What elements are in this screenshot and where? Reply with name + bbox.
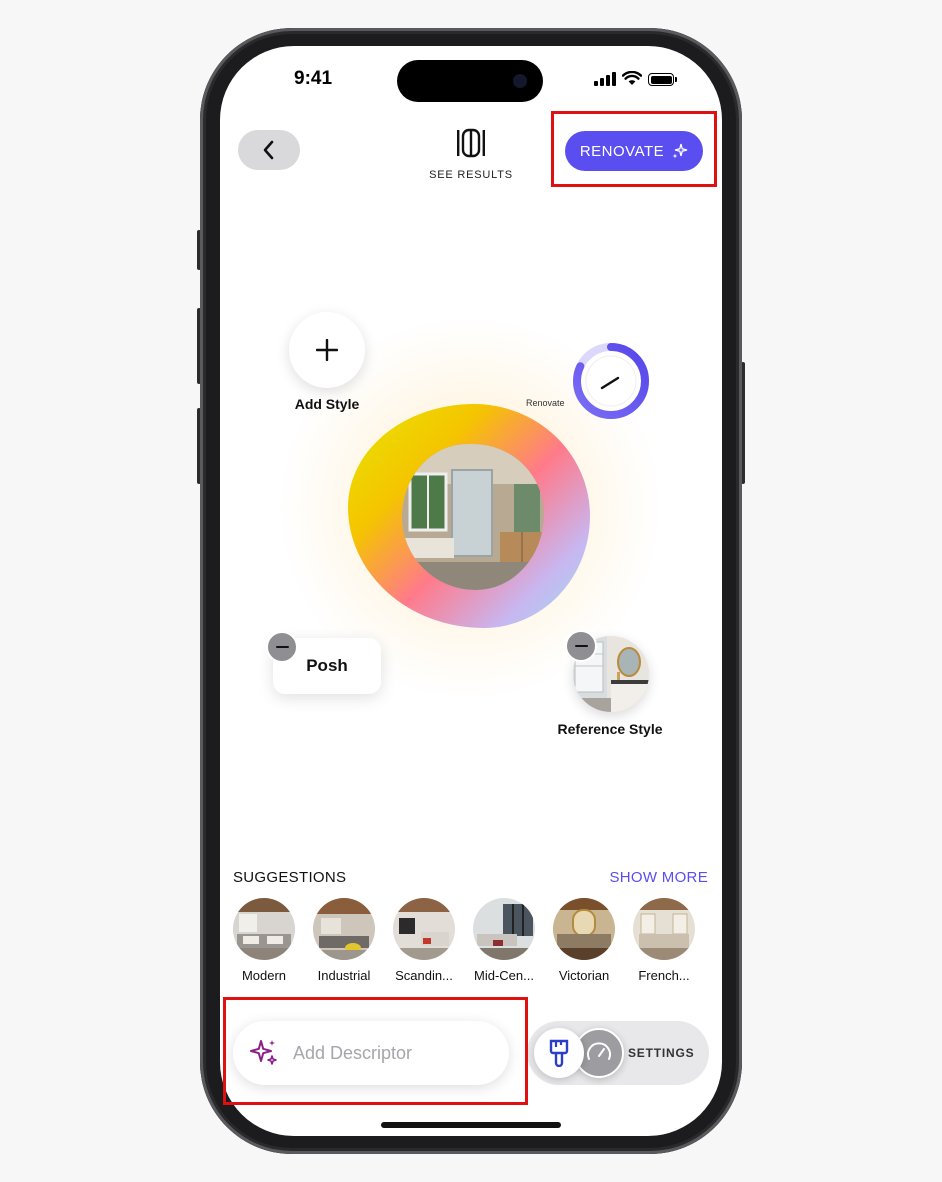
descriptor-placeholder: Add Descriptor bbox=[293, 1042, 413, 1063]
paintbrush-icon bbox=[549, 1039, 569, 1067]
see-results-button[interactable]: SEE RESULTS bbox=[420, 128, 522, 181]
paint-button[interactable] bbox=[534, 1028, 584, 1078]
renovate-button-label: RENOVATE bbox=[579, 142, 665, 160]
suggestion-label: Scandin... bbox=[395, 968, 453, 983]
settings-label: SETTINGS bbox=[628, 1046, 695, 1060]
suggestion-label: Victorian bbox=[558, 968, 610, 983]
plus-icon bbox=[316, 339, 338, 361]
compare-columns-icon bbox=[457, 128, 485, 158]
suggestion-thumbnail bbox=[633, 898, 695, 960]
suggestion-label: Industrial bbox=[317, 968, 371, 983]
suggestions-title: SUGGESTIONS bbox=[233, 869, 347, 886]
room-photo bbox=[402, 444, 544, 590]
suggestion-label: Mid-Cen... bbox=[474, 968, 534, 983]
suggestion-scandinavian[interactable]: Scandin... bbox=[393, 898, 455, 983]
suggestion-thumbnail bbox=[313, 898, 375, 960]
suggestion-thumbnail bbox=[553, 898, 615, 960]
app-screen: 9:41 SEE RESULTS RENOVATE Add Style Reno… bbox=[220, 46, 722, 1136]
minus-icon bbox=[275, 645, 289, 649]
gauge-icon bbox=[587, 1042, 611, 1060]
suggestion-mid-century[interactable]: Mid-Cen... bbox=[473, 898, 535, 983]
remove-posh-button[interactable] bbox=[266, 631, 298, 663]
suggestion-thumbnail bbox=[393, 898, 455, 960]
see-results-label: SEE RESULTS bbox=[429, 169, 513, 181]
battery-icon bbox=[648, 73, 677, 86]
suggestion-label: French... bbox=[638, 968, 690, 983]
add-style-label: Add Style bbox=[294, 396, 360, 412]
reference-style-label: Reference Style bbox=[557, 721, 663, 737]
add-descriptor-input[interactable]: Add Descriptor bbox=[233, 1021, 509, 1085]
suggestion-thumbnail bbox=[233, 898, 295, 960]
suggestion-victorian[interactable]: Victorian bbox=[553, 898, 615, 983]
renovate-dial-label: Renovate bbox=[526, 398, 565, 408]
add-style-button[interactable] bbox=[289, 312, 365, 388]
status-icons bbox=[594, 71, 677, 86]
home-indicator bbox=[381, 1122, 561, 1128]
suggestion-french[interactable]: French... bbox=[633, 898, 695, 983]
remove-reference-style-button[interactable] bbox=[565, 630, 597, 662]
suggestion-label: Modern bbox=[241, 968, 287, 983]
suggestion-modern[interactable]: Modern bbox=[233, 898, 295, 983]
sparkle-icon bbox=[672, 143, 688, 159]
renovate-intensity-dial[interactable] bbox=[571, 341, 651, 421]
front-camera bbox=[513, 74, 527, 88]
sparkles-icon bbox=[250, 1040, 277, 1065]
suggestion-industrial[interactable]: Industrial bbox=[313, 898, 375, 983]
style-chip-label: Posh bbox=[306, 656, 348, 675]
settings-toggle[interactable]: SETTINGS bbox=[527, 1021, 709, 1085]
chevron-left-icon bbox=[263, 140, 274, 160]
show-more-link[interactable]: SHOW MORE bbox=[609, 869, 708, 886]
dynamic-island bbox=[397, 60, 543, 102]
status-time: 9:41 bbox=[294, 68, 333, 89]
renovate-button[interactable]: RENOVATE bbox=[565, 131, 703, 171]
back-button[interactable] bbox=[238, 130, 300, 170]
minus-icon bbox=[574, 644, 588, 648]
suggestions-list: Modern Industrial Scandin... Mid-Cen... … bbox=[233, 898, 695, 983]
suggestion-thumbnail bbox=[473, 898, 535, 960]
wifi-icon bbox=[622, 71, 642, 85]
cellular-signal-icon bbox=[594, 72, 616, 86]
